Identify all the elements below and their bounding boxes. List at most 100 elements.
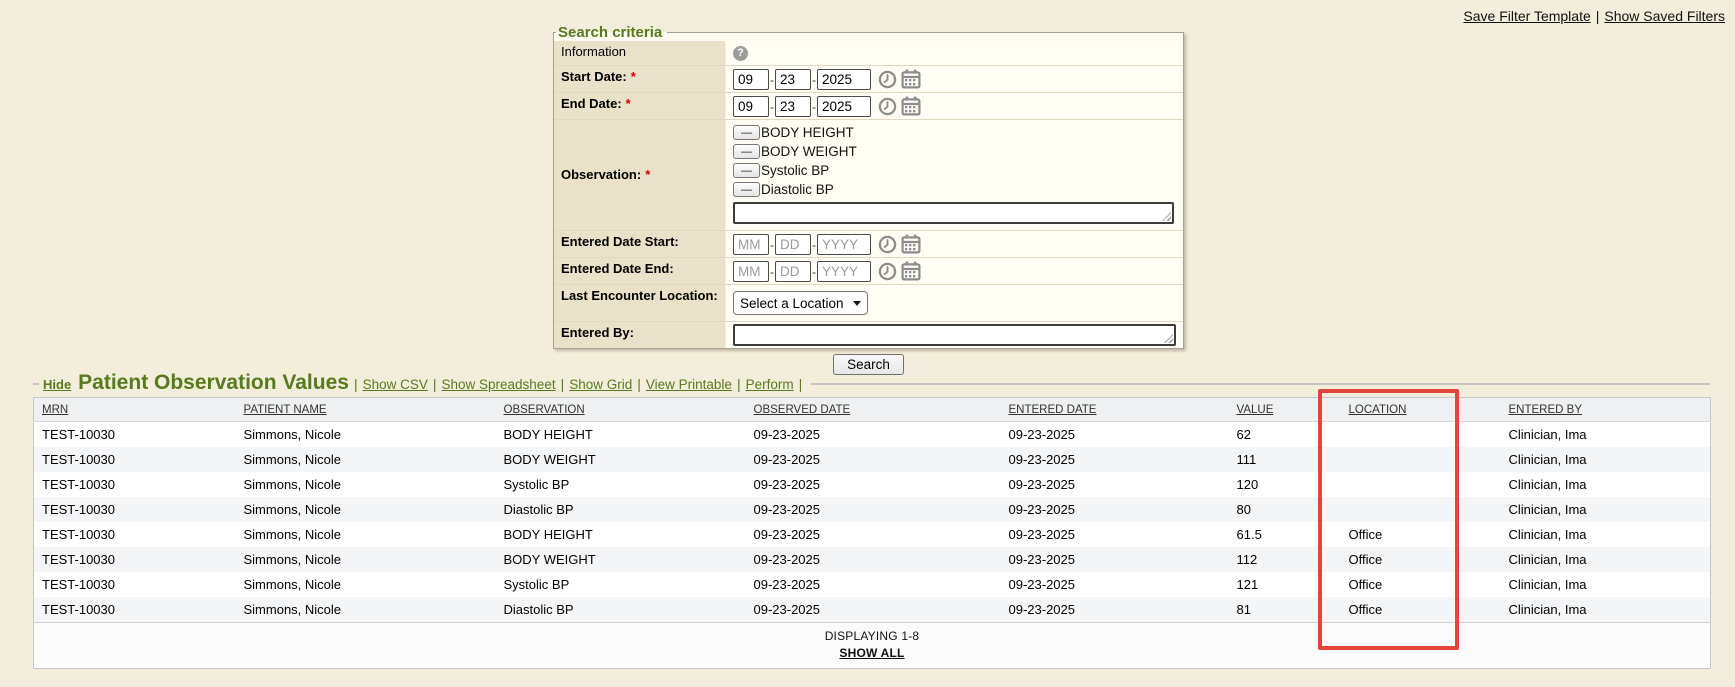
show-all-link[interactable]: SHOW ALL xyxy=(839,646,904,660)
observation-item: —BODY HEIGHT xyxy=(733,123,1176,142)
clock-icon[interactable] xyxy=(878,235,897,254)
table-footer-row: DISPLAYING 1-8 SHOW ALL xyxy=(34,623,1711,669)
end-date-label: End Date: xyxy=(561,96,622,111)
calendar-icon[interactable] xyxy=(901,69,921,89)
entered-by-input[interactable] xyxy=(733,324,1176,346)
start-date-month-input[interactable] xyxy=(733,69,769,90)
end-date-month-input[interactable] xyxy=(733,96,769,117)
start-date-year-input[interactable] xyxy=(817,69,871,90)
table-cell: Office xyxy=(1341,597,1501,623)
entered-date-start-row: Entered Date Start: - - xyxy=(554,231,1183,258)
entered-date-start-year-input[interactable] xyxy=(817,234,871,255)
end-date-year-input[interactable] xyxy=(817,96,871,117)
table-cell: BODY WEIGHT xyxy=(496,547,746,572)
entered-by-label: Entered By: xyxy=(561,325,634,340)
entered-date-end-month-input[interactable] xyxy=(733,261,769,282)
toolbar-link-show-grid[interactable]: Show Grid xyxy=(569,377,632,392)
observation-filter-input[interactable] xyxy=(733,202,1174,224)
start-date-row: Start Date:* - - xyxy=(554,66,1183,93)
table-cell: Simmons, Nicole xyxy=(236,447,496,472)
end-date-row: End Date:* - - xyxy=(554,93,1183,120)
table-cell: Systolic BP xyxy=(496,472,746,497)
table-cell: BODY HEIGHT xyxy=(496,422,746,448)
table-row: TEST-10030Simmons, NicoleBODY HEIGHT09-2… xyxy=(34,522,1711,547)
column-header-location[interactable]: LOCATION xyxy=(1341,398,1501,422)
table-cell: Office xyxy=(1341,572,1501,597)
table-cell: 112 xyxy=(1229,547,1341,572)
clock-icon[interactable] xyxy=(878,97,897,116)
table-cell: Clinician, Ima xyxy=(1501,522,1711,547)
entered-date-start-day-input[interactable] xyxy=(775,234,811,255)
entered-date-end-day-input[interactable] xyxy=(775,261,811,282)
chevron-down-icon xyxy=(853,301,861,306)
start-date-day-input[interactable] xyxy=(775,69,811,90)
entered-date-start-month-input[interactable] xyxy=(733,234,769,255)
date-dash: - xyxy=(770,73,774,87)
required-marker: * xyxy=(626,96,631,111)
table-cell: 09-23-2025 xyxy=(1001,547,1229,572)
table-cell: 62 xyxy=(1229,422,1341,448)
separator: | xyxy=(1596,8,1600,24)
clock-icon[interactable] xyxy=(878,262,897,281)
table-cell: 09-23-2025 xyxy=(746,597,1001,623)
observation-item-label: Diastolic BP xyxy=(761,182,834,197)
table-cell: 09-23-2025 xyxy=(746,547,1001,572)
table-cell: Clinician, Ima xyxy=(1501,422,1711,448)
remove-observation-button[interactable]: — xyxy=(733,125,760,140)
entered-date-end-year-input[interactable] xyxy=(817,261,871,282)
hide-link[interactable]: Hide xyxy=(43,377,71,392)
location-select[interactable]: Select a Location xyxy=(733,291,868,315)
separator: | xyxy=(561,376,565,392)
table-cell: Diastolic BP xyxy=(496,497,746,522)
column-header-observation[interactable]: OBSERVATION xyxy=(496,398,746,422)
information-row: Information ? xyxy=(554,41,1183,66)
observation-label: Observation: xyxy=(561,167,641,183)
calendar-icon[interactable] xyxy=(901,96,921,116)
table-cell: Simmons, Nicole xyxy=(236,597,496,623)
observation-item: —Diastolic BP xyxy=(733,180,1176,199)
toolbar-link-show-csv[interactable]: Show CSV xyxy=(363,377,428,392)
toolbar-link-view-printable[interactable]: View Printable xyxy=(646,377,732,392)
table-cell: Simmons, Nicole xyxy=(236,572,496,597)
column-header-value[interactable]: VALUE xyxy=(1229,398,1341,422)
table-cell xyxy=(1341,497,1501,522)
observation-item: —BODY WEIGHT xyxy=(733,142,1176,161)
table-cell: 09-23-2025 xyxy=(1001,572,1229,597)
column-header-patient-name[interactable]: PATIENT NAME xyxy=(236,398,496,422)
column-header-observed-date[interactable]: OBSERVED DATE xyxy=(746,398,1001,422)
table-cell: 09-23-2025 xyxy=(1001,497,1229,522)
toolbar-link-show-spreadsheet[interactable]: Show Spreadsheet xyxy=(442,377,556,392)
table-cell: 09-23-2025 xyxy=(746,522,1001,547)
remove-observation-button[interactable]: — xyxy=(733,144,760,159)
clock-icon[interactable] xyxy=(878,70,897,89)
column-header-entered-by[interactable]: ENTERED BY xyxy=(1501,398,1711,422)
observation-item-label: BODY HEIGHT xyxy=(761,125,854,140)
divider-line xyxy=(811,383,1710,385)
show-saved-filters-link[interactable]: Show Saved Filters xyxy=(1604,8,1725,24)
date-dash: - xyxy=(812,238,816,252)
column-header-mrn[interactable]: MRN xyxy=(34,398,236,422)
report-title-row: Hide Patient Observation Values |Show CS… xyxy=(33,371,1710,396)
location-select-value: Select a Location xyxy=(740,296,844,311)
table-cell: 111 xyxy=(1229,447,1341,472)
table-cell: 121 xyxy=(1229,572,1341,597)
table-body: TEST-10030Simmons, NicoleBODY HEIGHT09-2… xyxy=(34,422,1711,623)
help-icon[interactable]: ? xyxy=(733,46,748,61)
date-dash: - xyxy=(812,100,816,114)
end-date-day-input[interactable] xyxy=(775,96,811,117)
column-header-entered-date[interactable]: ENTERED DATE xyxy=(1001,398,1229,422)
save-filter-template-link[interactable]: Save Filter Template xyxy=(1463,8,1590,24)
toolbar-link-perform[interactable]: Perform xyxy=(746,377,794,392)
separator: | xyxy=(737,376,741,392)
calendar-icon[interactable] xyxy=(901,261,921,281)
required-marker: * xyxy=(631,69,636,84)
table-cell: Simmons, Nicole xyxy=(236,547,496,572)
table-row: TEST-10030Simmons, NicoleBODY WEIGHT09-2… xyxy=(34,447,1711,472)
divider-line xyxy=(33,383,39,385)
remove-observation-button[interactable]: — xyxy=(733,182,760,197)
observation-row: Observation:* —BODY HEIGHT—BODY WEIGHT—S… xyxy=(554,120,1183,231)
calendar-icon[interactable] xyxy=(901,234,921,254)
table-cell: 09-23-2025 xyxy=(746,447,1001,472)
remove-observation-button[interactable]: — xyxy=(733,163,760,178)
required-marker: * xyxy=(645,167,650,183)
